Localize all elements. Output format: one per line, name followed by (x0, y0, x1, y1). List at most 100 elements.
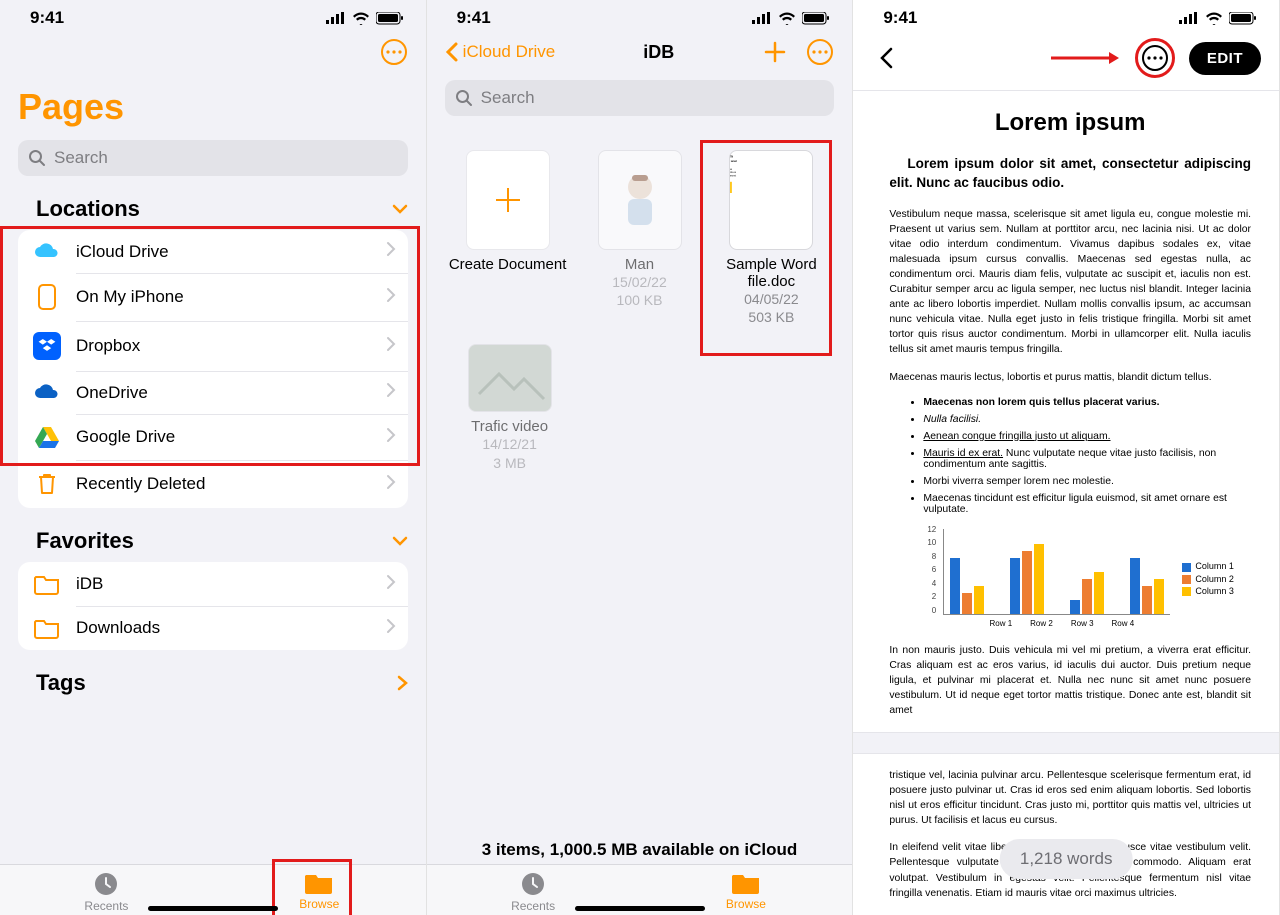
location-onedrive[interactable]: OneDrive (18, 371, 408, 414)
word-count-badge[interactable]: 1,218 words (1000, 839, 1133, 879)
file-name: Create Document (449, 256, 567, 273)
google-drive-icon (34, 425, 60, 449)
annotation-arrow (1051, 50, 1121, 66)
folder-icon (34, 573, 60, 595)
location-dropbox[interactable]: Dropbox (18, 321, 408, 371)
edit-button[interactable]: EDIT (1189, 42, 1261, 75)
chevron-right-icon (386, 574, 396, 590)
tab-bar: Recents Browse (0, 864, 426, 915)
file-name: Man (625, 256, 654, 273)
chart-xtick: Row 1 (989, 619, 1012, 628)
location-recently-deleted[interactable]: Recently Deleted (18, 460, 408, 508)
status-icons (326, 12, 404, 25)
file-man[interactable]: Man 15/02/22 100 KB (577, 150, 703, 326)
search-placeholder: Search (54, 148, 108, 168)
doc-lead: Lorem ipsum dolor sit amet, consectetur … (889, 155, 1251, 193)
create-document-button[interactable]: Create Document (445, 150, 571, 326)
wifi-icon (1205, 12, 1223, 25)
legend-label: Column 3 (1195, 586, 1234, 596)
iphone-icon (38, 284, 56, 310)
locations-header[interactable]: Locations (0, 190, 426, 226)
locations-list: iCloud Drive On My iPhone Dropbox OneDri… (18, 230, 408, 508)
favorites-list: iDB Downloads (18, 562, 408, 650)
chevron-down-icon (392, 533, 408, 549)
file-name: Trafic video (471, 418, 548, 435)
tab-label: Browse (726, 897, 766, 911)
list-item-label: Google Drive (76, 427, 175, 447)
pane-document-view: 9:41 EDIT Lorem ipsum Lorem ipsum dolor … (853, 0, 1280, 915)
chart-ytick: 4 (932, 579, 936, 588)
back-label: iCloud Drive (463, 42, 556, 62)
file-date: 14/12/21 (482, 435, 537, 453)
more-icon[interactable] (806, 38, 834, 66)
search-input[interactable]: Search (18, 140, 408, 176)
chart-legend: Column 1 Column 2 Column 3 (1182, 559, 1234, 597)
doc-list: Maecenas non lorem quis tellus placerat … (923, 397, 1251, 515)
tab-label: Browse (299, 897, 339, 911)
search-icon (455, 89, 473, 107)
add-icon[interactable] (762, 39, 788, 65)
more-icon[interactable] (1141, 44, 1169, 72)
document-nav: EDIT (853, 34, 1279, 91)
list-item: Mauris id ex erat. (923, 448, 1003, 459)
chart-ytick: 0 (932, 606, 936, 615)
file-name: Sample Word file.doc (708, 256, 834, 290)
file-sample-word[interactable]: Lorem ipsum Lorem ipsum dolor sit amet c… (708, 150, 834, 326)
folder-icon (34, 617, 60, 639)
storage-summary: 3 items, 1,000.5 MB available on iCloud (427, 830, 853, 864)
wifi-icon (352, 12, 370, 25)
doc-paragraph: Maecenas mauris lectus, lobortis et puru… (889, 370, 1251, 385)
favorite-downloads[interactable]: Downloads (18, 606, 408, 650)
tab-label: Recents (511, 899, 555, 913)
chevron-right-icon (386, 336, 396, 352)
doc-chart: 12 10 8 6 4 2 0 Row 1 Row 2 Row 3 Row 4 … (943, 529, 1251, 629)
favorites-header[interactable]: Favorites (0, 512, 426, 558)
doc-paragraph: tristique vel, lacinia pulvinar arcu. Pe… (889, 768, 1251, 828)
cellular-icon (326, 12, 346, 24)
tab-bar: Recents Browse (427, 864, 853, 915)
status-time: 9:41 (30, 8, 64, 28)
nav-row (0, 34, 426, 76)
onedrive-icon (33, 383, 61, 403)
tags-header[interactable]: Tags (0, 654, 426, 700)
list-item-label: OneDrive (76, 383, 148, 403)
location-icloud-drive[interactable]: iCloud Drive (18, 230, 408, 273)
list-item-label: iDB (76, 574, 103, 594)
chart-xtick: Row 4 (1112, 619, 1135, 628)
favorites-label: Favorites (36, 528, 134, 554)
search-placeholder: Search (481, 88, 535, 108)
battery-icon (376, 12, 404, 25)
back-button[interactable]: iCloud Drive (445, 41, 556, 63)
pane-files-folder: 9:41 iCloud Drive iDB Search Create Docu… (427, 0, 854, 915)
illustration-icon (610, 165, 670, 235)
clock-icon (93, 871, 119, 897)
more-icon[interactable] (380, 38, 408, 66)
list-item: Maecenas tincidunt est efficitur ligula … (923, 493, 1251, 515)
favorite-idb[interactable]: iDB (18, 562, 408, 606)
tab-label: Recents (84, 899, 128, 913)
wifi-icon (778, 12, 796, 25)
home-indicator[interactable] (148, 906, 278, 911)
doc-paragraph: In non mauris justo. Duis vehicula mi ve… (889, 643, 1251, 718)
files-grid: Create Document Man 15/02/22 100 KB Lore… (427, 130, 853, 336)
home-indicator[interactable] (575, 906, 705, 911)
file-trafic-video[interactable]: Trafic video 14/12/21 3 MB (445, 344, 575, 471)
cellular-icon (752, 12, 772, 24)
tags-label: Tags (36, 670, 86, 696)
search-input[interactable]: Search (445, 80, 835, 116)
location-google-drive[interactable]: Google Drive (18, 414, 408, 460)
legend-label: Column 2 (1195, 574, 1234, 584)
page-break (853, 732, 1279, 754)
chevron-right-icon (396, 674, 408, 692)
chevron-right-icon (386, 618, 396, 634)
folder-nav: iCloud Drive iDB (427, 34, 853, 76)
location-on-my-iphone[interactable]: On My iPhone (18, 273, 408, 321)
list-item: Nulla facilisi. (923, 414, 981, 425)
chart-xtick: Row 2 (1030, 619, 1053, 628)
clock-icon (520, 871, 546, 897)
back-icon[interactable] (879, 46, 893, 70)
file-size: 100 KB (617, 291, 663, 309)
plus-icon (491, 183, 525, 217)
battery-icon (802, 12, 830, 25)
document-body[interactable]: Lorem ipsum Lorem ipsum dolor sit amet, … (853, 91, 1279, 915)
